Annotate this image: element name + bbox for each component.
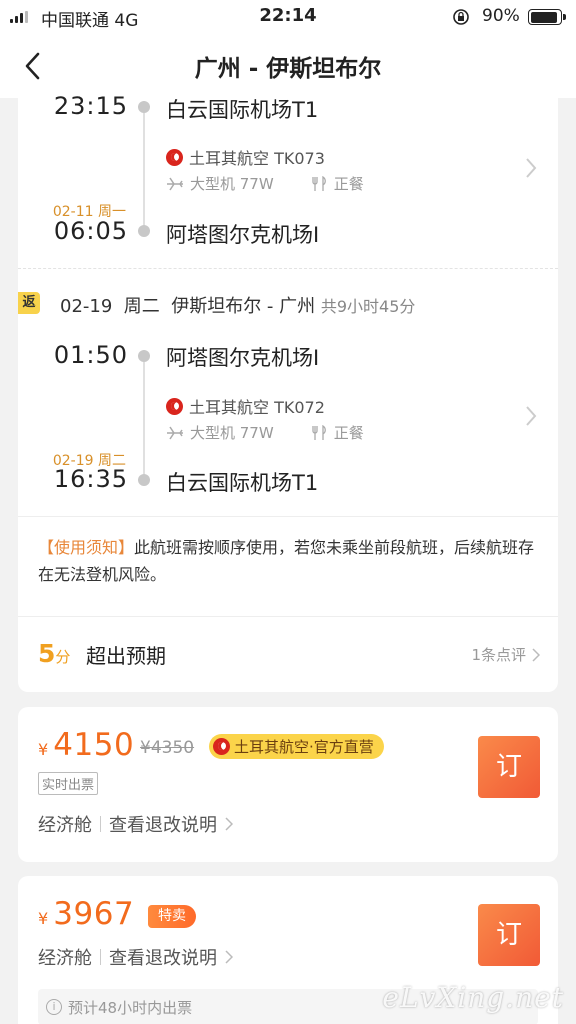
status-bar: 中国联通 4G 22:14 90%: [0, 0, 576, 34]
currency-symbol: ¥: [38, 740, 49, 759]
notice-tag: 【使用须知】: [38, 538, 135, 557]
timeline-line: [143, 113, 145, 225]
return-meal: 正餐: [333, 424, 364, 442]
chevron-right-icon: [225, 817, 233, 831]
book-button[interactable]: 订: [478, 736, 540, 798]
battery-icon: [528, 9, 566, 25]
return-flight-number: 土耳其航空 TK072: [189, 398, 325, 417]
outbound-meal: 正餐: [333, 175, 364, 193]
refund-policy-link[interactable]: 查看退改说明: [109, 811, 233, 837]
plane-icon: [167, 177, 183, 190]
review-link[interactable]: 1条点评: [471, 644, 540, 665]
divider: [100, 816, 101, 832]
review-score: 5分: [38, 639, 70, 668]
offer-card[interactable]: ¥ 4150 ¥4350 土耳其航空·官方直营 实时出票 经济舱 查看退改说明 …: [18, 707, 558, 862]
review-count: 1条点评: [471, 646, 526, 664]
turkish-airlines-logo-icon: [166, 397, 183, 415]
ticketing-note-text: 预计48小时内出票: [68, 998, 193, 1017]
outbound-aircraft-info: 大型机 77W 正餐: [166, 173, 364, 194]
chevron-right-icon[interactable]: [524, 405, 538, 427]
flight-detail-card: 23:15 白云国际机场T1 土耳其航空 TK073 大型机 77W 正餐 02…: [18, 92, 558, 692]
return-flight-info[interactable]: 土耳其航空 TK072: [166, 394, 325, 418]
plane-icon: [167, 426, 183, 439]
meal-icon: [312, 175, 326, 191]
instant-ticket-tag: 实时出票: [38, 772, 99, 795]
review-summary: 超出预期: [86, 644, 166, 668]
chevron-right-icon: [225, 950, 233, 964]
outbound-flight-number: 土耳其航空 TK073: [189, 149, 325, 168]
book-button[interactable]: 订: [478, 904, 540, 966]
return-duration: 共9小时45分: [320, 297, 416, 316]
divider: [18, 268, 558, 269]
return-badge: 返: [18, 292, 40, 314]
return-depart-airport: 阿塔图尔克机场I: [166, 346, 320, 370]
timeline-line: [143, 362, 145, 474]
turkish-airlines-logo-icon: [213, 738, 230, 755]
refund-policy-label: 查看退改说明: [109, 948, 217, 969]
refund-policy-link[interactable]: 查看退改说明: [109, 944, 233, 970]
outbound-arrive-time: 06:05: [53, 217, 128, 245]
original-price: ¥4350: [140, 738, 195, 758]
return-summary: 02-19 周二 伊斯坦布尔 - 广州 共9小时45分: [60, 292, 415, 318]
return-route: 02-19 周二 伊斯坦布尔 - 广州: [60, 296, 316, 317]
nav-bar: 广州 - 伊斯坦布尔: [0, 34, 576, 98]
cabin-class: 经济舱: [38, 948, 92, 969]
timeline-dot: [138, 101, 150, 113]
timeline-dot: [138, 225, 150, 237]
return-aircraft: 大型机 77W: [190, 424, 274, 442]
timeline-dot: [138, 350, 150, 362]
outbound-depart-time: 23:15: [53, 92, 128, 120]
timeline-dot: [138, 474, 150, 486]
chevron-right-icon[interactable]: [524, 157, 538, 179]
outbound-depart-airport: 白云国际机场T1: [166, 98, 319, 122]
refund-policy-label: 查看退改说明: [109, 815, 217, 836]
return-arrive-time: 16:35: [53, 465, 128, 493]
turkish-airlines-logo-icon: [166, 148, 183, 166]
battery-percent: 90%: [482, 6, 520, 26]
divider: [100, 949, 101, 965]
usage-notice: 【使用须知】此航班需按顺序使用，若您未乘坐前段航班，后续航班存在无法登机风险。: [38, 534, 538, 588]
outbound-arrive-airport: 阿塔图尔克机场I: [166, 223, 320, 247]
watermark: eLvXing.net: [382, 981, 564, 1014]
review-score-unit: 分: [55, 648, 71, 666]
outbound-aircraft: 大型机 77W: [190, 175, 274, 193]
return-aircraft-info: 大型机 77W 正餐: [166, 422, 364, 443]
review-score-value: 5: [38, 639, 56, 668]
official-store-label: 土耳其航空·官方直营: [234, 738, 374, 756]
cabin-row: 经济舱 查看退改说明: [38, 944, 233, 970]
offer-price: ¥ 4150: [38, 727, 134, 763]
price-amount: 3967: [53, 896, 135, 932]
official-store-badge: 土耳其航空·官方直营: [209, 734, 384, 759]
outbound-flight-info[interactable]: 土耳其航空 TK073: [166, 145, 325, 169]
price-amount: 4150: [53, 727, 135, 763]
page-title: 广州 - 伊斯坦布尔: [194, 56, 382, 82]
cabin-row: 经济舱 查看退改说明: [38, 811, 233, 837]
meal-icon: [312, 424, 326, 440]
info-icon: i: [46, 999, 62, 1015]
cabin-class: 经济舱: [38, 815, 92, 836]
return-depart-time: 01:50: [53, 341, 128, 369]
divider: [18, 516, 558, 517]
special-sale-badge: 特卖: [148, 905, 196, 928]
offer-price: ¥ 3967: [38, 896, 134, 932]
divider: [18, 616, 558, 617]
orientation-lock-icon: [453, 9, 469, 25]
chevron-right-icon: [532, 647, 540, 662]
currency-symbol: ¥: [38, 909, 49, 928]
return-arrive-airport: 白云国际机场T1: [166, 471, 319, 495]
